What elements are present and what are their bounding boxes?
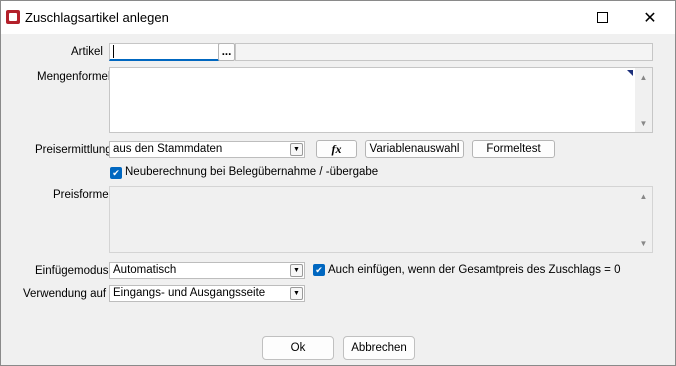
auch-einfuegen-checkbox[interactable]: ✔	[313, 264, 325, 276]
einfuegemodus-label: Einfügemodus	[35, 265, 109, 277]
close-button[interactable]: ✕	[627, 1, 673, 34]
artikel-input[interactable]	[109, 43, 219, 61]
mengenformel-label: Mengenformel	[37, 71, 111, 83]
scroll-up-icon[interactable]: ▲	[635, 189, 652, 203]
corner-marker-icon	[627, 70, 633, 76]
chevron-down-icon: ▼	[290, 264, 303, 277]
neuberechnung-checkbox[interactable]: ✔	[110, 167, 122, 179]
text-cursor	[113, 45, 114, 58]
dialog-window: Zuschlagsartikel anlegen ✕ Artikel ... M…	[0, 0, 676, 366]
preisermittlung-label: Preisermittlung	[35, 144, 112, 156]
scroll-down-icon[interactable]: ▼	[635, 116, 652, 130]
cancel-button[interactable]: Abbrechen	[343, 336, 415, 360]
chevron-down-icon: ▼	[290, 143, 303, 156]
verwendung-value: Eingangs- und Ausgangsseite	[113, 287, 266, 299]
neuberechnung-label[interactable]: Neuberechnung bei Belegübernahme / -über…	[125, 166, 378, 178]
artikel-description-field	[235, 43, 653, 61]
einfuegemodus-select[interactable]: Automatisch ▼	[109, 262, 305, 279]
ok-button[interactable]: Ok	[262, 336, 334, 360]
verwendung-select[interactable]: Eingangs- und Ausgangsseite ▼	[109, 285, 305, 302]
preisermittlung-value: aus den Stammdaten	[113, 143, 223, 155]
preisermittlung-select[interactable]: aus den Stammdaten ▼	[109, 141, 305, 158]
preisformel-scrollbar[interactable]: ▲ ▼	[635, 187, 652, 252]
checkmark-icon: ✔	[112, 167, 120, 178]
auch-einfuegen-label[interactable]: Auch einfügen, wenn der Gesamtpreis des …	[328, 264, 620, 276]
mengenformel-textarea[interactable]: ▲ ▼	[109, 67, 653, 133]
scroll-up-icon[interactable]: ▲	[635, 70, 652, 84]
variablenauswahl-button[interactable]: Variablenauswahl	[365, 140, 464, 158]
maximize-icon	[596, 12, 608, 23]
artikel-browse-button[interactable]: ...	[218, 43, 235, 61]
preisformel-textarea[interactable]: ▲ ▼	[109, 186, 653, 253]
mengenformel-scrollbar[interactable]: ▲ ▼	[635, 68, 652, 132]
formula-fx-button[interactable]: fx	[316, 140, 357, 158]
maximize-button[interactable]	[579, 1, 625, 34]
einfuegemodus-value: Automatisch	[113, 264, 177, 276]
title-bar: Zuschlagsartikel anlegen ✕	[1, 1, 675, 34]
artikel-label: Artikel	[71, 46, 103, 58]
verwendung-label: Verwendung auf	[23, 288, 107, 300]
formeltest-button[interactable]: Formeltest	[472, 140, 555, 158]
close-icon: ✕	[643, 9, 657, 27]
preisformel-label: Preisformel	[53, 189, 112, 201]
scroll-down-icon[interactable]: ▼	[635, 236, 652, 250]
checkmark-icon: ✔	[315, 264, 323, 275]
chevron-down-icon: ▼	[290, 287, 303, 300]
app-icon	[6, 10, 20, 24]
window-title: Zuschlagsartikel anlegen	[25, 10, 169, 25]
